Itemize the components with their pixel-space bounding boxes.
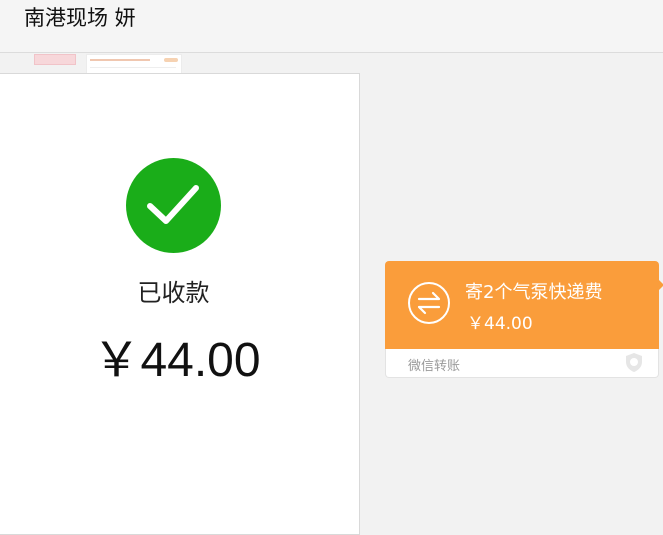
transfer-arrows-icon [407, 281, 451, 325]
transfer-message-bubble[interactable]: 寄2个气泵快递费 ￥44.00 微信转账 [385, 261, 663, 378]
transfer-bubble-body[interactable]: 寄2个气泵快递费 ￥44.00 [385, 261, 659, 349]
thumbnail-tag [164, 58, 178, 62]
card-thumbnail[interactable] [86, 54, 182, 74]
transfer-amount: ￥44.00 [467, 314, 533, 334]
payment-amount: ￥44.00 [92, 334, 261, 387]
image-thumbnail[interactable] [34, 54, 76, 65]
bubble-pointer [658, 279, 663, 291]
thumbnail-line [90, 59, 150, 61]
check-icon [126, 158, 221, 253]
payment-status: 已收款 [137, 279, 210, 307]
payment-received-panel: 已收款 ￥44.00 [0, 73, 360, 535]
shield-icon [624, 352, 644, 373]
chat-header: 南港现场 妍 [0, 0, 663, 53]
chat-title: 南港现场 妍 [24, 6, 136, 30]
thumbnail-divider [90, 67, 176, 68]
transfer-memo: 寄2个气泵快递费 [465, 282, 603, 303]
transfer-bubble-footer: 微信转账 [385, 349, 659, 378]
wechat-transfer-label: 微信转账 [408, 359, 461, 374]
